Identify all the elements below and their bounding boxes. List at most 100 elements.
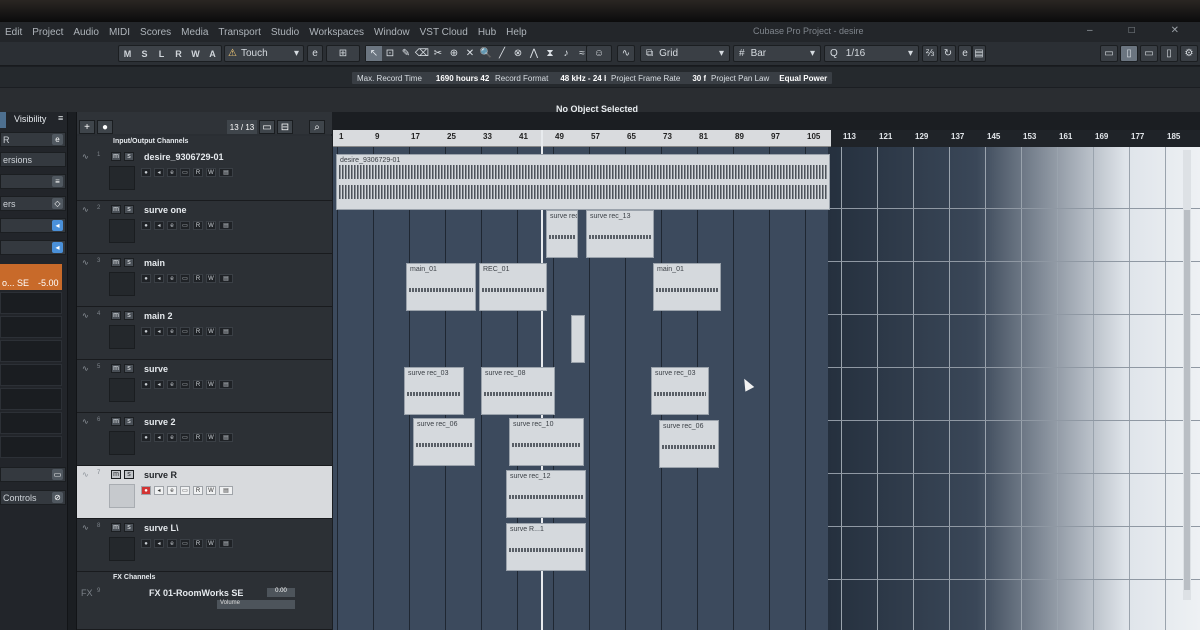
menu-icon[interactable]: ≡ xyxy=(58,113,63,127)
right-zone-icon[interactable]: ▯ xyxy=(1160,45,1178,62)
inspector-row-routing[interactable]: Re xyxy=(0,132,66,147)
audio-event[interactable]: surve rec_03 xyxy=(651,367,709,415)
channel-settings-button[interactable]: ▤ xyxy=(219,486,233,495)
mute-button[interactable]: m xyxy=(111,470,121,479)
audio-track[interactable]: ∿ 2 ms surve one ● ◂ e ▭ R W ▤ xyxy=(77,201,332,254)
menu-help[interactable]: Help xyxy=(501,27,532,38)
iterative-quantize-icon[interactable]: ↻ xyxy=(940,45,956,62)
mute-button[interactable]: m xyxy=(111,364,121,373)
folder-track-io[interactable]: Input/Output Channels xyxy=(77,136,332,148)
lower-zone-icon[interactable]: ▭ xyxy=(1140,45,1158,62)
channel-settings-button[interactable]: ▤ xyxy=(219,221,233,230)
search-icon[interactable]: ⌕ xyxy=(309,120,325,134)
constrain-delay-button[interactable]: ⊞ xyxy=(326,45,360,62)
audio-track[interactable]: ∿ 5 ms surve ● ◂ e ▭ R W ▤ xyxy=(77,360,332,413)
power-icon[interactable]: ⊘ xyxy=(52,492,63,503)
record-format[interactable]: Record Format 48 kHz - 24 bit xyxy=(490,72,619,84)
insert-slot-empty[interactable] xyxy=(0,340,62,362)
write-button[interactable]: W xyxy=(206,433,216,442)
audio-event[interactable]: surve rec_10 xyxy=(509,418,584,466)
monitor-button[interactable]: ◂ xyxy=(154,539,164,548)
insert-slot[interactable]: o... SE -5.00 xyxy=(0,264,62,290)
audio-event[interactable]: surve rec_03 xyxy=(404,367,464,415)
read-button[interactable]: R xyxy=(193,433,203,442)
settings-icon[interactable]: ⚙ xyxy=(1180,45,1198,62)
monitor-button[interactable]: ◂ xyxy=(154,221,164,230)
lanes-button[interactable]: ▭ xyxy=(180,168,190,177)
mute-button[interactable]: m xyxy=(111,417,121,426)
read-mode-button[interactable]: R xyxy=(170,46,187,61)
record-enable-button[interactable]: ● xyxy=(141,327,151,336)
track-name[interactable]: surve one xyxy=(144,205,187,215)
read-button[interactable]: R xyxy=(193,380,203,389)
glue-tool-icon[interactable]: ⊕ xyxy=(446,46,462,61)
range-select-tool-icon[interactable]: ⊡ xyxy=(382,46,398,61)
mute-button[interactable]: m xyxy=(111,152,121,161)
audio-track[interactable]: ∿ 6 ms surve 2 ● ◂ e ▭ R W ▤ xyxy=(77,413,332,466)
edit-channel-button[interactable]: e xyxy=(167,168,177,177)
audio-event[interactable]: surve rec_06 xyxy=(413,418,475,466)
mute-button[interactable]: m xyxy=(111,523,121,532)
menu-media[interactable]: Media xyxy=(176,27,213,38)
line-tool-icon[interactable]: ╱ xyxy=(494,46,510,61)
monitor-button[interactable]: ◂ xyxy=(154,486,164,495)
inspector-row-6[interactable]: ◂ xyxy=(0,240,66,255)
automation-mode-dropdown[interactable]: ⚠ Touch ▾ xyxy=(224,45,304,62)
insert-slot-empty[interactable] xyxy=(0,436,62,458)
record-enable-button[interactable]: ● xyxy=(141,274,151,283)
channel-settings-button[interactable]: ▤ xyxy=(219,327,233,336)
quantize-preset-icon[interactable]: ⅔ xyxy=(922,45,938,62)
lanes-button[interactable]: ▭ xyxy=(180,221,190,230)
left-zone-icon[interactable]: ▯ xyxy=(1120,45,1138,62)
mute-mode-button[interactable]: M xyxy=(119,46,136,61)
inspector-row-versions[interactable]: ersions xyxy=(0,152,66,167)
track-name[interactable]: surve R xyxy=(144,470,177,480)
write-button[interactable]: W xyxy=(206,327,216,336)
channel-settings-button[interactable]: ▤ xyxy=(219,539,233,548)
read-button[interactable]: R xyxy=(193,168,203,177)
menu-workspaces[interactable]: Workspaces xyxy=(304,27,369,38)
edit-channel-button[interactable]: e xyxy=(167,221,177,230)
time-warp-tool-icon[interactable]: ⋀ xyxy=(526,46,542,61)
fx-volume-value[interactable]: 0.00 xyxy=(267,588,295,597)
bypass-icon[interactable]: ◂ xyxy=(52,242,63,253)
settings-icon[interactable]: ≡ xyxy=(52,176,63,187)
snap-type-dropdown[interactable]: ⧉ Grid ▾ xyxy=(640,45,730,62)
menu-edit[interactable]: Edit xyxy=(0,27,27,38)
record-enable-button[interactable]: ● xyxy=(141,168,151,177)
audio-track[interactable]: ∿ 4 ms main 2 ● ◂ e ▭ R W ▤ xyxy=(77,307,332,360)
lanes-button[interactable]: ▭ xyxy=(180,539,190,548)
write-button[interactable]: W xyxy=(206,486,216,495)
edit-channel-button[interactable]: e xyxy=(167,539,177,548)
audio-event[interactable]: surve rec_12 xyxy=(506,470,586,518)
object-select-tool-icon[interactable]: ↖ xyxy=(366,46,382,61)
insert-slot-empty[interactable] xyxy=(0,412,62,434)
expand-icon[interactable]: ▭ xyxy=(52,469,63,480)
quantize-dropdown[interactable]: Q 1/16 ▾ xyxy=(824,45,919,62)
track-presets-icon[interactable]: ● xyxy=(97,120,113,134)
solo-button[interactable]: s xyxy=(124,523,134,532)
solo-button[interactable]: s xyxy=(124,311,134,320)
power-icon[interactable]: ◇ xyxy=(52,198,63,209)
marker-icon[interactable]: ▤ xyxy=(972,45,986,62)
record-enable-button[interactable]: ● xyxy=(141,539,151,548)
audio-event[interactable] xyxy=(571,315,585,363)
menu-midi[interactable]: MIDI xyxy=(104,27,135,38)
edit-channel-button[interactable]: e xyxy=(167,380,177,389)
read-button[interactable]: R xyxy=(193,327,203,336)
add-track-button[interactable]: + xyxy=(79,120,95,134)
mute-button[interactable]: m xyxy=(111,258,121,267)
track-name[interactable]: surve xyxy=(144,364,168,374)
read-button[interactable]: R xyxy=(193,486,203,495)
bypass-icon[interactable]: ◂ xyxy=(52,220,63,231)
record-enable-button[interactable]: ● xyxy=(141,433,151,442)
menu-vst-cloud[interactable]: VST Cloud xyxy=(415,27,473,38)
read-button[interactable]: R xyxy=(193,539,203,548)
lanes-button[interactable]: ▭ xyxy=(180,433,190,442)
record-enable-button[interactable]: ● xyxy=(141,380,151,389)
ruler[interactable]: 1 9 17 25 33 41 49 57 65 73 81 89 97 105 113 121 129 137 1… xyxy=(333,130,1200,147)
mute-button[interactable]: m xyxy=(111,311,121,320)
play-tool-icon[interactable]: ⧗ xyxy=(542,46,558,61)
audio-event[interactable]: surve rec_13 xyxy=(586,210,654,258)
audio-event[interactable]: surve rec_06 xyxy=(659,420,719,468)
